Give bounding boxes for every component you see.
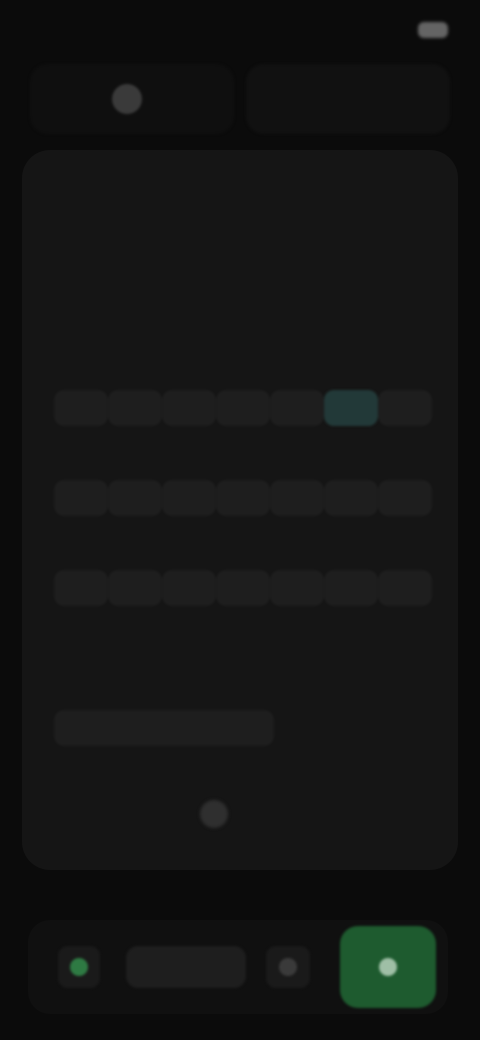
toggle-option-left[interactable] — [30, 64, 234, 134]
battery-icon — [418, 22, 448, 38]
calendar-card — [22, 150, 458, 870]
status-bar — [0, 0, 480, 60]
day-cell[interactable] — [54, 570, 108, 606]
day-cell[interactable] — [162, 390, 216, 426]
day-cell[interactable] — [270, 390, 324, 426]
day-cell[interactable] — [216, 480, 270, 516]
bottom-center-button[interactable] — [126, 946, 246, 988]
bottom-left-button[interactable] — [58, 946, 100, 988]
day-cell[interactable] — [54, 480, 108, 516]
send-icon — [379, 958, 397, 976]
status-right — [408, 22, 448, 38]
day-cell[interactable] — [216, 570, 270, 606]
user-icon — [112, 84, 142, 114]
day-cell[interactable] — [108, 570, 162, 606]
day-cell[interactable] — [108, 390, 162, 426]
day-cell-selected[interactable] — [324, 390, 378, 426]
day-cell[interactable] — [216, 390, 270, 426]
primary-action-button[interactable] — [340, 926, 436, 1008]
day-cell[interactable] — [270, 480, 324, 516]
day-cell[interactable] — [378, 480, 432, 516]
time-row[interactable] — [54, 710, 274, 746]
days-grid — [54, 390, 432, 606]
scroll-indicator — [200, 800, 228, 828]
top-toggle — [30, 64, 450, 134]
chat-icon — [70, 958, 88, 976]
day-cell[interactable] — [378, 390, 432, 426]
day-cell[interactable] — [54, 390, 108, 426]
day-cell[interactable] — [162, 570, 216, 606]
day-cell[interactable] — [162, 480, 216, 516]
bottom-action-bar — [28, 920, 448, 1014]
bottom-mid-button[interactable] — [266, 946, 310, 988]
toggle-option-right[interactable] — [246, 64, 450, 134]
day-cell[interactable] — [324, 570, 378, 606]
weekday-header — [170, 310, 440, 346]
day-cell[interactable] — [108, 480, 162, 516]
day-cell[interactable] — [378, 570, 432, 606]
day-cell[interactable] — [270, 570, 324, 606]
day-cell[interactable] — [324, 480, 378, 516]
mic-icon — [279, 958, 297, 976]
